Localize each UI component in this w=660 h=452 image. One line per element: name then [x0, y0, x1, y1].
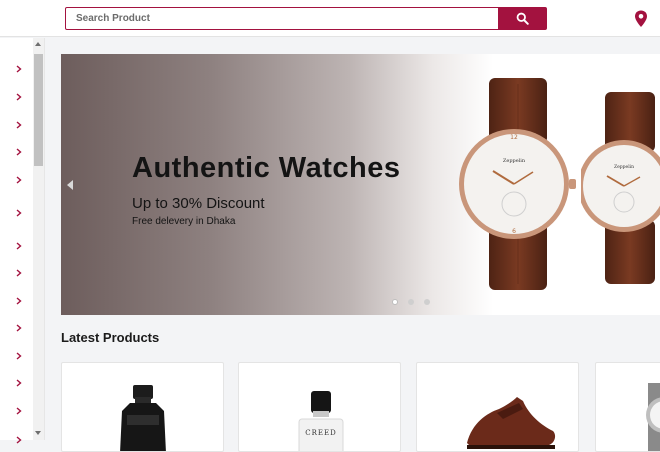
sidebar-item[interactable] [12, 206, 26, 220]
svg-text:Zeppelin: Zeppelin [614, 164, 634, 170]
latest-products-heading: Latest Products [61, 330, 160, 345]
chevron-right-icon [16, 121, 22, 129]
main-content: Authentic Watches Up to 30% Discount Fre… [45, 38, 660, 452]
sidebar-item[interactable] [12, 62, 26, 76]
chevron-right-icon [16, 297, 22, 305]
chevron-right-icon [16, 65, 22, 73]
sidebar-item[interactable] [12, 321, 26, 335]
sidebar-item[interactable] [12, 90, 26, 104]
search-icon [516, 12, 529, 25]
sidebar-item[interactable] [12, 376, 26, 390]
chevron-right-icon [16, 148, 22, 156]
sidebar-item[interactable] [12, 404, 26, 418]
carousel-dot[interactable] [392, 299, 398, 305]
product-card[interactable] [416, 362, 579, 452]
scroll-up-arrow-icon[interactable] [35, 42, 41, 46]
sidebar-item[interactable] [12, 433, 26, 447]
wrist-watch-image [646, 383, 660, 451]
banner-subtitle: Up to 30% Discount [132, 195, 265, 212]
chevron-right-icon [16, 242, 22, 250]
sidebar-item[interactable] [12, 349, 26, 363]
product-card[interactable] [61, 362, 224, 452]
chevron-right-icon [16, 269, 22, 277]
location-pin-icon[interactable] [634, 10, 648, 28]
banner-title: Authentic Watches [132, 152, 401, 184]
sidebar-item[interactable] [12, 294, 26, 308]
carousel-dot[interactable] [424, 299, 430, 305]
watch-image: Zeppelin 12 6 [459, 78, 576, 290]
sidebar-scrollbar[interactable] [33, 38, 44, 440]
hero-banner[interactable]: Authentic Watches Up to 30% Discount Fre… [61, 54, 660, 315]
leather-shoe-image [467, 397, 556, 449]
scroll-down-arrow-icon[interactable] [35, 431, 41, 435]
sidebar-item[interactable] [12, 145, 26, 159]
chevron-right-icon [16, 209, 22, 217]
chevron-right-icon [16, 93, 22, 101]
sidebar-item[interactable] [12, 118, 26, 132]
svg-text:Zeppelin: Zeppelin [503, 158, 526, 164]
product-card[interactable]: CREED [238, 362, 401, 452]
scroll-thumb[interactable] [34, 54, 43, 166]
category-sidebar [0, 38, 45, 444]
chevron-right-icon [16, 352, 22, 360]
chevron-right-icon [16, 176, 22, 184]
chevron-right-icon [16, 324, 22, 332]
sidebar-item[interactable] [12, 239, 26, 253]
svg-text:6: 6 [512, 228, 516, 235]
product-brand-label: CREED [305, 429, 336, 437]
search-input[interactable] [66, 8, 498, 29]
perfume-bottle-image: CREED [298, 391, 344, 451]
product-card[interactable] [595, 362, 660, 452]
perfume-bottle-image [120, 385, 166, 451]
carousel-dot[interactable] [408, 299, 414, 305]
top-bar [0, 0, 660, 37]
watch-image: Zeppelin [581, 92, 660, 284]
chevron-right-icon [16, 436, 22, 444]
sidebar-item[interactable] [12, 266, 26, 280]
carousel-dots [392, 299, 430, 305]
chevron-right-icon [16, 379, 22, 387]
svg-text:12: 12 [510, 134, 518, 141]
sidebar-item[interactable] [12, 173, 26, 187]
chevron-right-icon [16, 407, 22, 415]
search-button[interactable] [498, 8, 546, 29]
carousel-prev-icon[interactable] [67, 180, 73, 190]
search-bar [65, 7, 547, 30]
banner-note: Free delevery in Dhaka [132, 216, 236, 227]
